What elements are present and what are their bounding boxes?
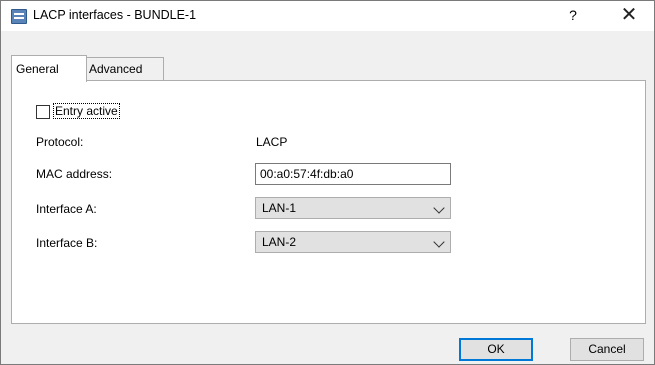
mac-address-value: 00:a0:57:4f:db:a0 bbox=[260, 167, 354, 181]
close-icon[interactable]: ✕ bbox=[617, 4, 641, 26]
tab-general-label: General bbox=[16, 62, 59, 76]
interface-b-value: LAN-2 bbox=[262, 235, 297, 249]
window-title: LACP interfaces - BUNDLE-1 bbox=[33, 8, 197, 22]
interface-a-value: LAN-1 bbox=[262, 201, 297, 215]
interface-b-label: Interface B: bbox=[36, 236, 98, 250]
window-icon bbox=[11, 9, 27, 24]
dialog-window: LACP interfaces - BUNDLE-1 ? ✕ General A… bbox=[0, 0, 655, 365]
mac-address-label: MAC address: bbox=[36, 167, 113, 181]
interface-a-select[interactable]: LAN-1 bbox=[255, 197, 451, 219]
entry-active-label[interactable]: Entry active bbox=[53, 103, 120, 119]
ok-button[interactable]: OK bbox=[459, 338, 533, 361]
tab-advanced[interactable]: Advanced bbox=[84, 57, 164, 80]
cancel-button[interactable]: Cancel bbox=[570, 338, 644, 361]
mac-address-field[interactable]: 00:a0:57:4f:db:a0 bbox=[255, 163, 451, 185]
tab-advanced-label: Advanced bbox=[89, 62, 143, 76]
chevron-down-icon bbox=[433, 236, 445, 248]
tab-general[interactable]: General bbox=[11, 55, 87, 82]
protocol-value: LACP bbox=[256, 135, 288, 149]
entry-active-checkbox[interactable] bbox=[36, 105, 50, 119]
protocol-label: Protocol: bbox=[36, 135, 84, 149]
help-button[interactable]: ? bbox=[563, 7, 583, 25]
chevron-down-icon bbox=[433, 202, 445, 214]
interface-a-label: Interface A: bbox=[36, 202, 97, 216]
title-bar: LACP interfaces - BUNDLE-1 ? ✕ bbox=[1, 1, 654, 31]
interface-b-select[interactable]: LAN-2 bbox=[255, 231, 451, 253]
